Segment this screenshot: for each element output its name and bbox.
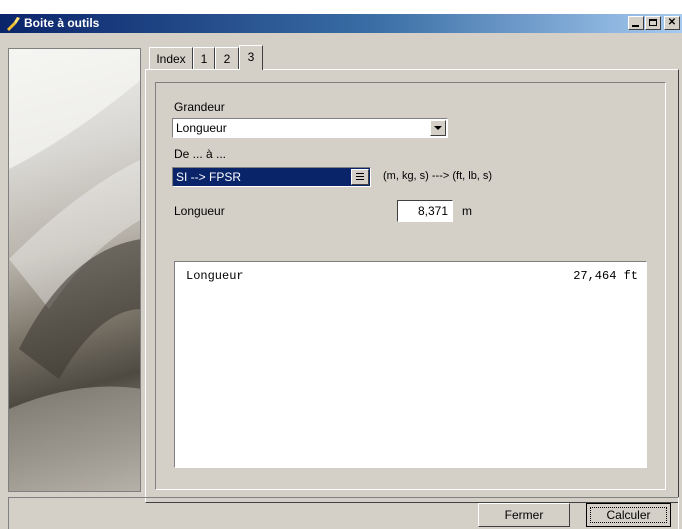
close-icon: ✕ <box>667 17 677 28</box>
unit-system-select[interactable]: SI --> FPSR <box>172 167 371 187</box>
side-image-art <box>9 49 140 491</box>
calculate-button-label: Calculer <box>606 508 651 522</box>
grandeur-dropdown-button[interactable] <box>430 120 446 136</box>
maximize-button[interactable] <box>645 16 661 30</box>
unit-system-spinner[interactable] <box>351 169 369 185</box>
minimize-button[interactable] <box>628 16 644 30</box>
close-button[interactable]: Fermer <box>478 503 570 527</box>
tab-1[interactable]: 1 <box>193 47 215 69</box>
tab-2[interactable]: 2 <box>215 47 239 69</box>
title-bar[interactable]: Boite à outils ✕ <box>0 14 682 33</box>
tab-3[interactable]: 3 <box>239 45 263 70</box>
decorative-side-image <box>8 48 141 492</box>
de-a-label: De ... à ... <box>174 147 227 161</box>
result-list[interactable]: Longueur 27,464 ft <box>174 261 647 468</box>
tool-icon <box>7 17 20 31</box>
list-item: Longueur 27,464 ft <box>186 269 638 285</box>
close-window-button[interactable]: ✕ <box>664 16 680 30</box>
result-value: 27,464 ft <box>573 269 638 283</box>
quantity-input[interactable]: 8,371 <box>397 200 453 222</box>
window-title: Boite à outils <box>24 16 100 30</box>
unit-system-value: SI --> FPSR <box>176 170 242 184</box>
calculate-button[interactable]: Calculer <box>586 503 671 527</box>
maximize-icon <box>649 19 657 26</box>
bottom-bar: Fermer Calculer <box>8 497 679 529</box>
grandeur-select[interactable]: Longueur <box>172 118 448 138</box>
tab-index[interactable]: Index <box>149 47 193 69</box>
minimize-icon <box>632 25 639 27</box>
unit-system-hint: (m, kg, s) ---> (ft, lb, s) <box>383 170 493 182</box>
grandeur-label: Grandeur <box>174 100 225 114</box>
app-window: Boite à outils ✕ Index 1 2 3 Grandeur Lo… <box>0 14 682 529</box>
result-name: Longueur <box>186 269 244 283</box>
close-button-label: Fermer <box>504 508 544 522</box>
chevron-down-icon <box>434 126 442 130</box>
grandeur-select-value: Longueur <box>176 121 227 135</box>
quantity-label: Longueur <box>174 204 225 218</box>
quantity-unit: m <box>462 204 472 218</box>
